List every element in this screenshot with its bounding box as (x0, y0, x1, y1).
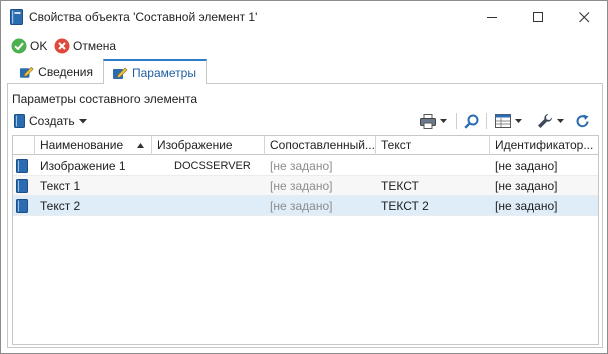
chevron-down-icon (440, 119, 447, 123)
tab-info[interactable]: Сведения (11, 61, 101, 83)
header-icon-column[interactable] (13, 136, 35, 155)
cell-identifier: [не задано] (495, 199, 558, 213)
search-button[interactable] (464, 113, 479, 129)
print-button[interactable] (420, 113, 447, 129)
maximize-button[interactable] (515, 1, 561, 33)
close-icon (578, 11, 589, 22)
tab-strip: Сведения Параметры (1, 59, 607, 84)
chevron-down-icon (78, 118, 87, 123)
book-icon (16, 159, 28, 173)
properties-window: Свойства объекта 'Составной элемент 1' O… (0, 0, 608, 354)
column-header-name-label: Наименование (40, 138, 124, 152)
book-icon (16, 199, 28, 213)
grid-header: Наименование Изображение Сопоставленный.… (13, 136, 598, 155)
sort-ascending-icon (137, 143, 144, 148)
toolbar-separator (486, 113, 487, 129)
column-header-mapped[interactable]: Сопоставленный... (265, 136, 376, 155)
columns-button[interactable] (495, 113, 522, 129)
chevron-down-icon (515, 119, 522, 123)
column-header-image[interactable]: Изображение (152, 136, 265, 155)
book-icon (10, 9, 23, 25)
window-title: Свойства объекта 'Составной элемент 1' (29, 10, 258, 24)
printer-icon (420, 113, 436, 129)
ok-button[interactable]: OK (11, 37, 47, 55)
book-icon (16, 179, 28, 193)
create-button[interactable]: Создать (14, 112, 87, 130)
tab-parameters[interactable]: Параметры (103, 59, 207, 84)
cell-mapped: [не задано] (270, 179, 333, 193)
cell-mapped: [не задано] (270, 159, 333, 173)
cell-name: Текст 2 (40, 199, 81, 213)
action-bar: OK Отмена (1, 35, 607, 57)
table-row[interactable]: Изображение 1 DOCSSERVER [не задано] [не… (13, 156, 598, 176)
maximize-icon (532, 11, 543, 22)
tab-info-label: Сведения (38, 65, 93, 79)
cell-text: ТЕКСТ (381, 179, 419, 193)
cell-image (152, 196, 265, 216)
column-header-identifier[interactable]: Идентификатор... (490, 136, 598, 155)
cell-mapped: [не задано] (270, 199, 333, 213)
cell-identifier: [не задано] (495, 159, 558, 173)
edit-book-icon (19, 66, 34, 78)
column-header-text[interactable]: Текст (376, 136, 490, 155)
refresh-icon (576, 114, 589, 127)
cancel-button[interactable]: Отмена (54, 37, 116, 55)
minimize-button[interactable] (469, 1, 515, 33)
cell-text: ТЕКСТ 2 (381, 199, 429, 213)
edit-book-icon (113, 67, 128, 79)
title-bar: Свойства объекта 'Составной элемент 1' (1, 1, 607, 33)
toolbar-separator (456, 113, 457, 129)
ok-label: OK (30, 39, 48, 53)
cell-name: Изображение 1 (40, 159, 126, 173)
cell-image: DOCSSERVER (174, 160, 251, 172)
check-circle-icon (11, 38, 27, 54)
grid-toolbar: Создать (8, 110, 602, 132)
tab-parameters-label: Параметры (132, 65, 196, 80)
search-icon (464, 114, 479, 129)
cell-text (376, 156, 490, 176)
book-icon (14, 114, 25, 128)
close-button[interactable] (561, 1, 607, 33)
cell-identifier: [не задано] (495, 179, 558, 193)
chevron-down-icon (557, 119, 564, 123)
cancel-circle-icon (54, 38, 70, 54)
wrench-icon (538, 113, 553, 128)
panel-title: Параметры составного элемента (12, 92, 198, 106)
create-label: Создать (29, 114, 75, 128)
minimize-icon (486, 16, 497, 18)
tools-button[interactable] (537, 113, 564, 129)
refresh-button[interactable] (575, 113, 590, 129)
cell-image (152, 176, 265, 196)
parameters-grid: Наименование Изображение Сопоставленный.… (12, 135, 599, 345)
table-row-selected[interactable]: Текст 2 [не задано] ТЕКСТ 2 [не задано] (13, 196, 598, 216)
table-settings-icon (495, 114, 511, 128)
parameters-panel: Параметры составного элемента Создать На… (7, 83, 603, 348)
cancel-label: Отмена (73, 39, 117, 53)
table-row[interactable]: Текст 1 [не задано] ТЕКСТ [не задано] (13, 176, 598, 196)
cell-name: Текст 1 (40, 179, 81, 193)
column-header-name[interactable]: Наименование (35, 136, 152, 155)
